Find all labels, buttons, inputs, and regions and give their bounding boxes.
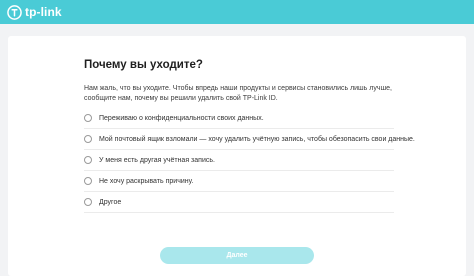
tp-link-logo-icon — [7, 4, 22, 20]
page-title: Почему вы уходите? — [84, 59, 203, 71]
reason-option-label: Другое — [99, 198, 122, 206]
radio-button[interactable] — [84, 156, 92, 164]
radio-button[interactable] — [84, 198, 92, 206]
page-description: Нам жаль, что вы уходите. Чтобы впредь н… — [84, 85, 392, 102]
reason-option-other[interactable]: Другое — [84, 192, 394, 213]
reason-option-label: У меня есть другая учётная запись. — [99, 156, 215, 164]
reason-option-other-account[interactable]: У меня есть другая учётная запись. — [84, 150, 394, 171]
top-bar: tp-link — [0, 0, 474, 24]
next-button[interactable]: Далее — [160, 247, 314, 264]
reason-option-no-reason[interactable]: Не хочу раскрывать причину. — [84, 171, 394, 192]
radio-button[interactable] — [84, 177, 92, 185]
radio-button[interactable] — [84, 114, 92, 122]
reason-option-hacked[interactable]: Мой почтовый ящик взломали — хочу удалит… — [84, 129, 415, 150]
reason-options: Переживаю о конфиденциальности своих дан… — [84, 108, 415, 213]
reason-option-label: Переживаю о конфиденциальности своих дан… — [99, 114, 264, 122]
brand-name: tp-link — [25, 5, 62, 19]
reason-option-label: Мой почтовый ящик взломали — хочу удалит… — [99, 135, 415, 143]
tp-link-logo[interactable]: tp-link — [7, 4, 62, 20]
reason-option-label: Не хочу раскрывать причину. — [99, 177, 194, 185]
reason-option-privacy[interactable]: Переживаю о конфиденциальности своих дан… — [84, 108, 394, 129]
radio-button[interactable] — [84, 135, 92, 143]
delete-account-card: Почему вы уходите? Нам жаль, что вы уход… — [8, 36, 466, 276]
